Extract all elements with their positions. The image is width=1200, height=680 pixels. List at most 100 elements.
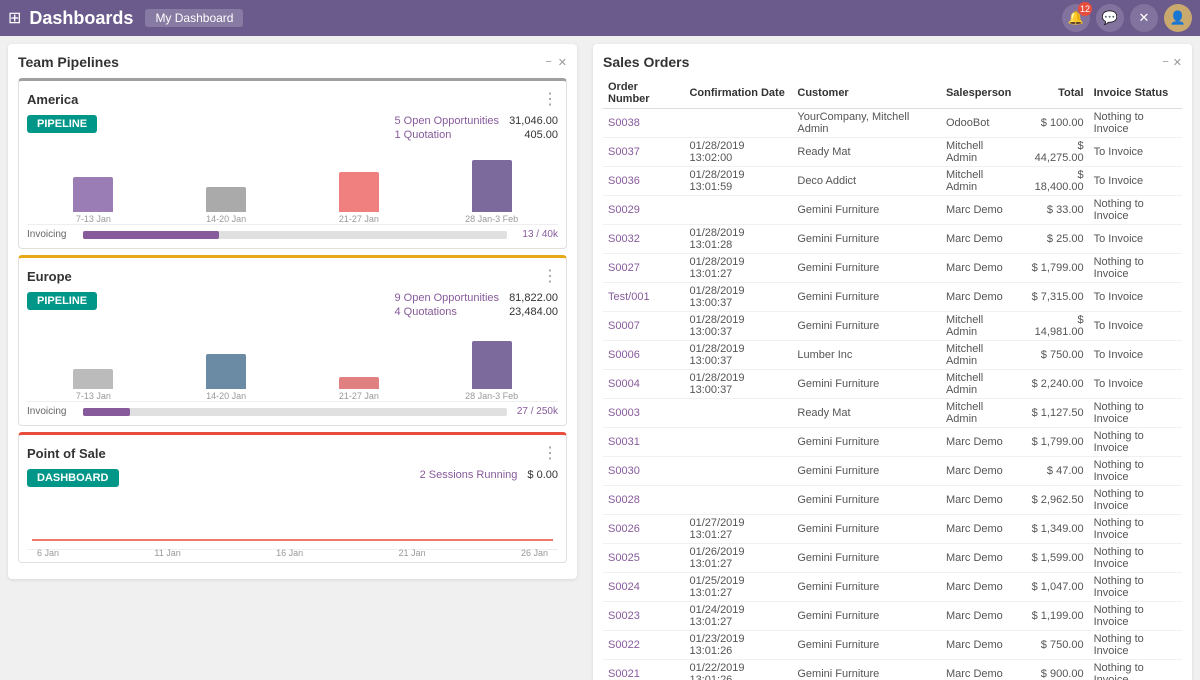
invoicing-label-europe: Invoicing	[27, 406, 77, 417]
invoicing-val-america: 13 / 40k	[513, 229, 558, 240]
table-row[interactable]: S0031 Gemini Furniture Marc Demo $ 1,799…	[603, 428, 1182, 457]
cell-total: $ 2,240.00	[1021, 370, 1088, 399]
europe-quot-link[interactable]: 4 Quotations	[394, 306, 456, 318]
table-row[interactable]: S0023 01/24/2019 13:01:27 Gemini Furnitu…	[603, 602, 1182, 631]
invoicing-bar-bg-europe	[83, 408, 507, 416]
cell-salesperson: Marc Demo	[941, 457, 1021, 486]
cell-salesperson: Marc Demo	[941, 660, 1021, 680]
cell-customer: Gemini Furniture	[792, 457, 941, 486]
cell-status: To Invoice	[1089, 167, 1182, 196]
avatar-initials: 👤	[1170, 10, 1186, 26]
pos-sessions-link[interactable]: 2 Sessions Running	[420, 469, 518, 481]
cell-date: 01/27/2019 13:01:27	[684, 515, 792, 544]
europe-opp-val: 81,822.00	[509, 292, 558, 304]
europe-opp-link[interactable]: 9 Open Opportunities	[394, 292, 499, 304]
cell-customer: Gemini Furniture	[792, 312, 941, 341]
cell-date: 01/28/2019 13:00:37	[684, 370, 792, 399]
cell-order: S0036	[603, 167, 684, 196]
table-row[interactable]: S0027 01/28/2019 13:01:27 Gemini Furnitu…	[603, 254, 1182, 283]
pos-section: Point of Sale ⋮ DASHBOARD 2 Sessions Run…	[18, 432, 567, 563]
close-widget-icon[interactable]: ✕	[558, 56, 567, 69]
table-row[interactable]: S0022 01/23/2019 13:01:26 Gemini Furnitu…	[603, 631, 1182, 660]
cell-date: 01/28/2019 13:01:27	[684, 254, 792, 283]
cell-status: Nothing to Invoice	[1089, 428, 1182, 457]
table-row[interactable]: S0021 01/22/2019 13:01:26 Gemini Furnitu…	[603, 660, 1182, 680]
notification-bell[interactable]: 🔔 12	[1062, 4, 1090, 32]
cell-salesperson: Mitchell Admin	[941, 399, 1021, 428]
cell-salesperson: Mitchell Admin	[941, 341, 1021, 370]
so-minimize-icon[interactable]: −	[1162, 56, 1168, 69]
cell-status: To Invoice	[1089, 312, 1182, 341]
america-pipeline-btn[interactable]: PIPELINE	[27, 115, 97, 133]
so-header: Sales Orders − ✕	[603, 54, 1182, 70]
cell-order: S0004	[603, 370, 684, 399]
table-row[interactable]: S0032 01/28/2019 13:01:28 Gemini Furnitu…	[603, 225, 1182, 254]
cell-customer: Gemini Furniture	[792, 225, 941, 254]
chart-label-1: 7-13 Jan	[76, 214, 111, 224]
cell-date: 01/28/2019 13:00:37	[684, 283, 792, 312]
cell-status: To Invoice	[1089, 138, 1182, 167]
cell-order: S0021	[603, 660, 684, 680]
chat-icon-btn[interactable]: 💬	[1096, 4, 1124, 32]
cell-status: Nothing to Invoice	[1089, 109, 1182, 138]
cell-date	[684, 457, 792, 486]
cell-status: To Invoice	[1089, 283, 1182, 312]
pos-dashboard-btn[interactable]: DASHBOARD	[27, 469, 119, 487]
cell-total: $ 1,599.00	[1021, 544, 1088, 573]
table-row[interactable]: S0030 Gemini Furniture Marc Demo $ 47.00…	[603, 457, 1182, 486]
cell-order: S0028	[603, 486, 684, 515]
right-panel: Sales Orders − ✕ Order Number Confirmati…	[585, 36, 1200, 680]
pos-sessions-val: $ 0.00	[527, 469, 558, 481]
america-quot-link[interactable]: 1 Quotation	[394, 129, 451, 141]
table-row[interactable]: S0007 01/28/2019 13:00:37 Gemini Furnitu…	[603, 312, 1182, 341]
table-row[interactable]: S0037 01/28/2019 13:02:00 Ready Mat Mitc…	[603, 138, 1182, 167]
cell-status: Nothing to Invoice	[1089, 515, 1182, 544]
europe-menu-icon[interactable]: ⋮	[542, 266, 558, 286]
america-opp-link[interactable]: 5 Open Opportunities	[394, 115, 499, 127]
cell-date: 01/25/2019 13:01:27	[684, 573, 792, 602]
so-controls: − ✕	[1162, 56, 1182, 69]
minimize-icon[interactable]: −	[545, 56, 551, 68]
cell-status: Nothing to Invoice	[1089, 486, 1182, 515]
close-icon-btn[interactable]: ✕	[1130, 4, 1158, 32]
cell-customer: Gemini Furniture	[792, 254, 941, 283]
table-row[interactable]: S0024 01/25/2019 13:01:27 Gemini Furnitu…	[603, 573, 1182, 602]
cell-salesperson: Marc Demo	[941, 196, 1021, 225]
cell-salesperson: Marc Demo	[941, 544, 1021, 573]
pos-label-2: 11 Jan	[154, 548, 180, 558]
so-close-icon[interactable]: ✕	[1173, 56, 1182, 69]
cell-order: S0025	[603, 544, 684, 573]
app-title: Dashboards	[29, 8, 133, 29]
dashboard-tab[interactable]: My Dashboard	[145, 9, 243, 27]
europe-pipeline-btn[interactable]: PIPELINE	[27, 292, 97, 310]
grid-icon[interactable]: ⊞	[8, 8, 21, 28]
cell-date	[684, 428, 792, 457]
pos-menu-icon[interactable]: ⋮	[542, 443, 558, 463]
america-title: America	[27, 92, 78, 107]
cell-date: 01/26/2019 13:01:27	[684, 544, 792, 573]
cell-customer: Gemini Furniture	[792, 370, 941, 399]
table-row[interactable]: S0028 Gemini Furniture Marc Demo $ 2,962…	[603, 486, 1182, 515]
notification-badge: 12	[1078, 2, 1092, 16]
america-menu-icon[interactable]: ⋮	[542, 89, 558, 109]
table-row[interactable]: S0029 Gemini Furniture Marc Demo $ 33.00…	[603, 196, 1182, 225]
col-total: Total	[1021, 78, 1088, 109]
table-row[interactable]: S0026 01/27/2019 13:01:27 Gemini Furnitu…	[603, 515, 1182, 544]
cell-order: S0029	[603, 196, 684, 225]
table-row[interactable]: S0025 01/26/2019 13:01:27 Gemini Furnitu…	[603, 544, 1182, 573]
col-order-number: Order Number	[603, 78, 684, 109]
table-row[interactable]: S0003 Ready Mat Mitchell Admin $ 1,127.5…	[603, 399, 1182, 428]
avatar[interactable]: 👤	[1164, 4, 1192, 32]
cell-status: Nothing to Invoice	[1089, 544, 1182, 573]
pos-chart-svg	[32, 495, 553, 545]
table-row[interactable]: S0004 01/28/2019 13:00:37 Gemini Furnitu…	[603, 370, 1182, 399]
america-section: America ⋮ PIPELINE 5 Open Opportunities …	[18, 78, 567, 249]
cell-salesperson: Marc Demo	[941, 602, 1021, 631]
table-row[interactable]: S0006 01/28/2019 13:00:37 Lumber Inc Mit…	[603, 341, 1182, 370]
table-row[interactable]: S0036 01/28/2019 13:01:59 Deco Addict Mi…	[603, 167, 1182, 196]
cell-order: Test/001	[603, 283, 684, 312]
europe-section: Europe ⋮ PIPELINE 9 Open Opportunities 8…	[18, 255, 567, 426]
chart-label-4: 28 Jan-3 Feb	[465, 214, 518, 224]
table-row[interactable]: Test/001 01/28/2019 13:00:37 Gemini Furn…	[603, 283, 1182, 312]
table-row[interactable]: S0038 YourCompany, Mitchell Admin OdooBo…	[603, 109, 1182, 138]
